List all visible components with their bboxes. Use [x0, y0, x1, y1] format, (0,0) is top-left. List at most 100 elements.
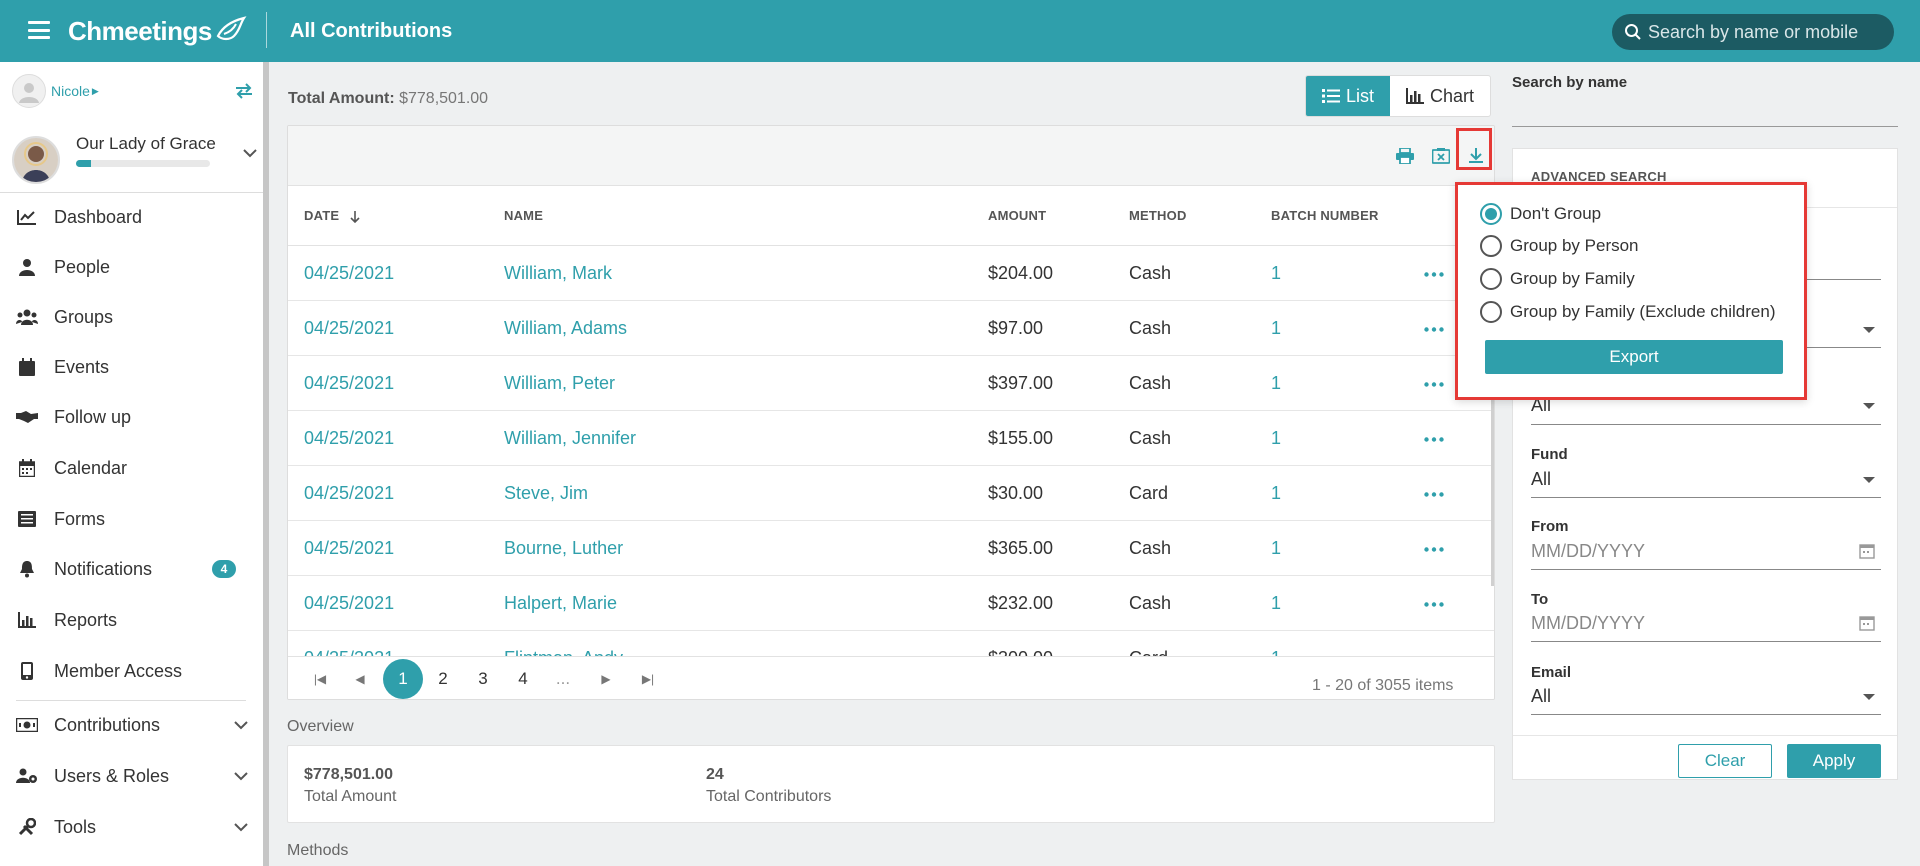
hamburger-menu-icon[interactable]: [28, 21, 50, 39]
cell-date[interactable]: 04/25/2021: [304, 373, 394, 394]
print-icon[interactable]: [1396, 148, 1414, 164]
calendar-icon[interactable]: [1859, 615, 1875, 631]
more-options-icon[interactable]: [1424, 382, 1444, 387]
table-row[interactable]: 04/25/2021 William, Jennifer $155.00 Cas…: [288, 411, 1494, 466]
sidebar-item-tools[interactable]: Tools: [0, 802, 263, 852]
calendar-icon[interactable]: [1859, 543, 1875, 559]
prev-page-button[interactable]: ◀: [340, 659, 380, 699]
cell-batch[interactable]: 1: [1271, 373, 1281, 394]
cell-batch[interactable]: 1: [1271, 318, 1281, 339]
column-header-name[interactable]: NAME: [504, 208, 543, 223]
top-divider: [266, 12, 267, 48]
table-row[interactable]: 04/25/2021 William, Adams $97.00 Cash 1: [288, 301, 1494, 356]
sidebar-item-member-access[interactable]: Member Access: [0, 646, 263, 696]
email-select[interactable]: All: [1531, 686, 1551, 707]
switch-icon[interactable]: [234, 82, 254, 100]
radio-button[interactable]: [1480, 268, 1502, 290]
search-by-name-input[interactable]: [1512, 126, 1898, 127]
fund-select[interactable]: All: [1531, 469, 1551, 490]
fund-underline: [1531, 497, 1881, 498]
user-name[interactable]: Nicole: [51, 83, 90, 99]
cell-date[interactable]: 04/25/2021: [304, 318, 394, 339]
more-options-icon[interactable]: [1424, 547, 1444, 552]
sidebar-item-groups[interactable]: Groups: [0, 292, 263, 342]
chevron-down-icon[interactable]: [242, 148, 258, 158]
sidebar-item-calendar[interactable]: Calendar: [0, 443, 263, 493]
cell-batch[interactable]: 1: [1271, 428, 1281, 449]
caret-down-icon[interactable]: [1863, 477, 1875, 484]
radio-button[interactable]: [1480, 203, 1502, 225]
sidebar-item-forms[interactable]: Forms: [0, 494, 263, 544]
cell-name[interactable]: William, Mark: [504, 263, 612, 284]
table-row[interactable]: 04/25/2021 William, Mark $204.00 Cash 1: [288, 246, 1494, 301]
caret-down-icon[interactable]: [1863, 694, 1875, 701]
clear-button[interactable]: Clear: [1678, 744, 1772, 778]
search-input[interactable]: [1648, 21, 1878, 43]
cell-batch[interactable]: 1: [1271, 263, 1281, 284]
more-options-icon[interactable]: [1424, 327, 1444, 332]
page-ellipsis[interactable]: ...: [543, 659, 583, 699]
radio-dont-group[interactable]: Don't Group: [1480, 203, 1601, 225]
column-header-amount[interactable]: AMOUNT: [988, 208, 1046, 223]
sidebar-item-contributions[interactable]: Contributions: [0, 700, 263, 750]
cell-date[interactable]: 04/25/2021: [304, 538, 394, 559]
cell-name[interactable]: William, Jennifer: [504, 428, 636, 449]
caret-down-icon[interactable]: [1863, 403, 1875, 410]
chart-view-button[interactable]: Chart: [1390, 76, 1490, 116]
radio-group-by-family-exclude-children[interactable]: Group by Family (Exclude children): [1480, 301, 1775, 323]
sidebar-scrollbar[interactable]: [263, 62, 269, 866]
table-row[interactable]: 04/25/2021 Steve, Jim $30.00 Card 1: [288, 466, 1494, 521]
caret-down-icon[interactable]: [1863, 327, 1875, 334]
cell-name[interactable]: Bourne, Luther: [504, 538, 623, 559]
church-selector[interactable]: Our Lady of Grace: [12, 132, 262, 192]
column-header-date[interactable]: DATE: [304, 208, 361, 223]
export-excel-icon[interactable]: [1432, 148, 1450, 164]
to-date-input[interactable]: MM/DD/YYYY: [1531, 613, 1645, 634]
table-row[interactable]: 04/25/2021 Bourne, Luther $365.00 Cash 1: [288, 521, 1494, 576]
sidebar-item-reports[interactable]: Reports: [0, 595, 263, 645]
more-options-icon[interactable]: [1424, 437, 1444, 442]
radio-group-by-person[interactable]: Group by Person: [1480, 235, 1639, 257]
sidebar-item-people[interactable]: People: [0, 242, 263, 292]
user-menu[interactable]: Nicole ▶: [12, 74, 99, 108]
export-button[interactable]: Export: [1485, 340, 1783, 374]
cell-name[interactable]: William, Adams: [504, 318, 627, 339]
cell-batch[interactable]: 1: [1271, 483, 1281, 504]
table-row[interactable]: 04/25/2021 William, Peter $397.00 Cash 1: [288, 356, 1494, 411]
first-page-button[interactable]: |◀: [300, 659, 340, 699]
page-button[interactable]: 4: [503, 659, 543, 699]
cell-batch[interactable]: 1: [1271, 593, 1281, 614]
radio-group-by-family[interactable]: Group by Family: [1480, 268, 1635, 290]
more-options-icon[interactable]: [1424, 492, 1444, 497]
last-page-button[interactable]: ▶|: [628, 659, 668, 699]
cell-name[interactable]: William, Peter: [504, 373, 615, 394]
sidebar-item-follow-up[interactable]: Follow up: [0, 392, 263, 442]
cell-batch[interactable]: 1: [1271, 538, 1281, 559]
column-header-batch-number[interactable]: BATCH NUMBER: [1271, 208, 1379, 223]
page-button[interactable]: 3: [463, 659, 503, 699]
sidebar-item-dashboard[interactable]: Dashboard: [0, 192, 263, 242]
sidebar-item-events[interactable]: Events: [0, 342, 263, 392]
list-view-button[interactable]: List: [1306, 76, 1391, 116]
page-button[interactable]: 1: [383, 659, 423, 699]
cell-date[interactable]: 04/25/2021: [304, 263, 394, 284]
radio-button[interactable]: [1480, 301, 1502, 323]
apply-button[interactable]: Apply: [1787, 744, 1881, 778]
cell-date[interactable]: 04/25/2021: [304, 593, 394, 614]
top-search[interactable]: [1612, 14, 1894, 50]
radio-button[interactable]: [1480, 235, 1502, 257]
cell-date[interactable]: 04/25/2021: [304, 428, 394, 449]
sidebar-item-notifications[interactable]: Notifications 4: [0, 544, 263, 594]
cell-name[interactable]: Steve, Jim: [504, 483, 588, 504]
more-options-icon[interactable]: [1424, 602, 1444, 607]
next-page-button[interactable]: ▶: [586, 659, 626, 699]
sidebar-item-users-roles[interactable]: Users & Roles: [0, 751, 263, 801]
more-options-icon[interactable]: [1424, 272, 1444, 277]
cell-date[interactable]: 04/25/2021: [304, 483, 394, 504]
page-button[interactable]: 2: [423, 659, 463, 699]
cell-name[interactable]: Halpert, Marie: [504, 593, 617, 614]
column-header-method[interactable]: METHOD: [1129, 208, 1187, 223]
from-date-input[interactable]: MM/DD/YYYY: [1531, 541, 1645, 562]
logo[interactable]: Chmeetings: [68, 12, 248, 50]
table-row[interactable]: 04/25/2021 Halpert, Marie $232.00 Cash 1: [288, 576, 1494, 631]
